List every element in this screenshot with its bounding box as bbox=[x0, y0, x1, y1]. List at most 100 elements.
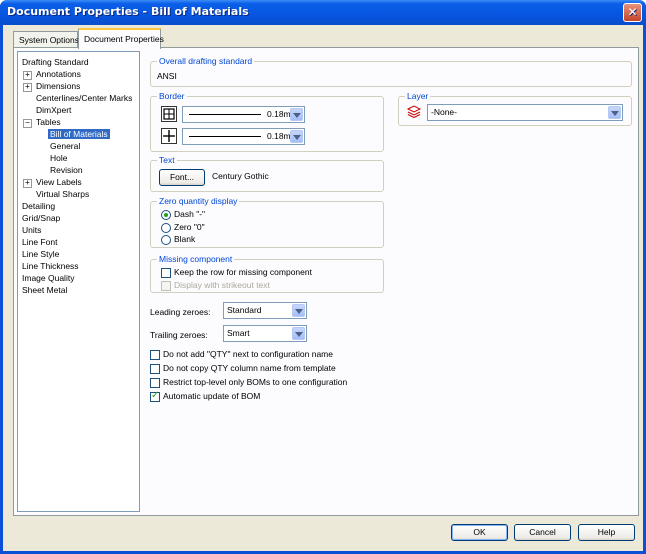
window-title: Document Properties - Bill of Materials bbox=[7, 5, 249, 18]
close-button[interactable]: ✕ bbox=[623, 3, 642, 22]
tree-label: Virtual Sharps bbox=[36, 189, 90, 199]
tree-item-image-quality[interactable]: Image Quality bbox=[22, 272, 74, 284]
zero-qty-blank-label: Blank bbox=[174, 234, 196, 244]
dropdown-arrow-icon[interactable] bbox=[290, 108, 303, 121]
tree-item-tables[interactable]: Tables bbox=[36, 116, 61, 128]
group-title: Overall drafting standard bbox=[157, 56, 255, 67]
expand-icon[interactable]: + bbox=[23, 83, 32, 92]
tree-label: View Labels bbox=[36, 177, 82, 187]
restrict-top-level-label: Restrict top-level only BOMs to one conf… bbox=[163, 377, 348, 387]
line-sample bbox=[189, 114, 261, 115]
zero-qty-dash-radio[interactable] bbox=[161, 210, 171, 220]
outer-border-icon bbox=[161, 106, 177, 122]
text-group: Text Font... Century Gothic bbox=[150, 155, 384, 192]
tree-label: Tables bbox=[36, 117, 61, 127]
tree-label: Detailing bbox=[22, 201, 56, 211]
tab-label: System Options bbox=[19, 35, 79, 45]
expand-icon[interactable]: + bbox=[23, 179, 32, 188]
tree-label: Image Quality bbox=[22, 273, 75, 283]
tree-item-annotations[interactable]: Annotations bbox=[36, 68, 81, 80]
property-tree[interactable]: Drafting Standard + Annotations + Dimens… bbox=[17, 51, 140, 512]
font-name: Century Gothic bbox=[212, 171, 269, 181]
tree-label: Annotations bbox=[36, 69, 81, 79]
outer-border-thickness-select[interactable]: 0.18mm bbox=[182, 106, 305, 123]
tree-label: Grid/Snap bbox=[22, 213, 61, 223]
strikeout-label: Display with strikeout text bbox=[174, 280, 270, 290]
zero-qty-dash-label: Dash "-" bbox=[174, 209, 206, 219]
settings-area: Overall drafting standard ANSI Border 0.… bbox=[142, 48, 638, 515]
trailing-zeroes-value: Smart bbox=[227, 328, 250, 338]
group-title: Text bbox=[157, 155, 177, 166]
trailing-zeroes-select[interactable]: Smart bbox=[223, 325, 307, 342]
font-button[interactable]: Font... bbox=[159, 169, 205, 186]
tree-item-hole[interactable]: Hole bbox=[50, 152, 67, 164]
inner-border-icon bbox=[161, 128, 177, 144]
ok-button[interactable]: OK bbox=[451, 524, 508, 541]
cancel-button[interactable]: Cancel bbox=[514, 524, 571, 541]
layer-value: -None- bbox=[431, 107, 457, 117]
tree-label: Line Thickness bbox=[22, 261, 79, 271]
title-bar[interactable]: Document Properties - Bill of Materials … bbox=[0, 0, 646, 25]
tree-label: Line Style bbox=[22, 249, 60, 259]
tab-document-properties[interactable]: Document Properties bbox=[78, 28, 164, 49]
tree-label: Drafting Standard bbox=[22, 57, 89, 67]
tree-label: General bbox=[50, 141, 81, 151]
group-title: Missing component bbox=[157, 254, 235, 265]
tree-item-bill-of-materials[interactable]: Bill of Materials bbox=[48, 128, 110, 140]
zero-qty-blank-radio[interactable] bbox=[161, 235, 171, 245]
keep-row-checkbox[interactable] bbox=[161, 268, 171, 278]
tree-label: Bill of Materials bbox=[48, 129, 110, 139]
group-title: Border bbox=[157, 91, 187, 102]
tab-content-panel: Drafting Standard + Annotations + Dimens… bbox=[13, 47, 639, 516]
tree-item-centerlines[interactable]: Centerlines/Center Marks bbox=[36, 92, 132, 104]
tree-label: Hole bbox=[50, 153, 68, 163]
border-group: Border 0.18mm 0.18mm bbox=[150, 91, 384, 152]
tab-label: Document Properties bbox=[84, 34, 164, 44]
tree-item-view-labels[interactable]: View Labels bbox=[36, 176, 82, 188]
group-title: Zero quantity display bbox=[157, 196, 240, 207]
dropdown-arrow-icon[interactable] bbox=[608, 106, 621, 119]
zero-qty-zero-radio[interactable] bbox=[161, 223, 171, 233]
tree-label: Units bbox=[22, 225, 42, 235]
tree-item-revision[interactable]: Revision bbox=[50, 164, 83, 176]
tree-item-dimxpert[interactable]: DimXpert bbox=[36, 104, 71, 116]
collapse-icon[interactable]: − bbox=[23, 119, 32, 128]
missing-component-group: Missing component Keep the row for missi… bbox=[150, 254, 384, 293]
tree-item-virtual-sharps[interactable]: Virtual Sharps bbox=[36, 188, 89, 200]
restrict-top-level-checkbox[interactable] bbox=[150, 378, 160, 388]
layer-icon bbox=[406, 104, 422, 120]
tree-item-line-style[interactable]: Line Style bbox=[22, 248, 59, 260]
drafting-standard-value: ANSI bbox=[157, 71, 177, 81]
dropdown-arrow-icon[interactable] bbox=[292, 304, 305, 317]
auto-update-bom-checkbox[interactable] bbox=[150, 390, 160, 402]
strikeout-checkbox[interactable] bbox=[161, 281, 171, 291]
tree-label: DimXpert bbox=[36, 105, 72, 115]
tab-system-options[interactable]: System Options bbox=[13, 31, 79, 48]
tree-item-dimensions[interactable]: Dimensions bbox=[36, 80, 80, 92]
tree-item-line-font[interactable]: Line Font bbox=[22, 236, 57, 248]
auto-update-bom-label: Automatic update of BOM bbox=[163, 391, 261, 401]
no-copy-qty-label: Do not copy QTY column name from templat… bbox=[163, 363, 336, 373]
inner-border-thickness-select[interactable]: 0.18mm bbox=[182, 128, 305, 145]
tree-item-sheet-metal[interactable]: Sheet Metal bbox=[22, 284, 67, 296]
leading-zeroes-select[interactable]: Standard bbox=[223, 302, 307, 319]
expand-icon[interactable]: + bbox=[23, 71, 32, 80]
leading-zeroes-label: Leading zeroes: bbox=[150, 307, 211, 317]
layer-select[interactable]: -None- bbox=[427, 104, 623, 121]
group-title: Layer bbox=[405, 91, 431, 102]
tree-item-detailing[interactable]: Detailing bbox=[22, 200, 55, 212]
tree-item-grid-snap[interactable]: Grid/Snap bbox=[22, 212, 60, 224]
tree-item-units[interactable]: Units bbox=[22, 224, 41, 236]
dropdown-arrow-icon[interactable] bbox=[290, 130, 303, 143]
tree-item-line-thickness[interactable]: Line Thickness bbox=[22, 260, 79, 272]
tree-label: Revision bbox=[50, 165, 83, 175]
dropdown-arrow-icon[interactable] bbox=[292, 327, 305, 340]
tree-label: Sheet Metal bbox=[22, 285, 68, 295]
no-qty-config-label: Do not add "QTY" next to configuration n… bbox=[163, 349, 333, 359]
no-qty-config-checkbox[interactable] bbox=[150, 350, 160, 360]
tree-label: Centerlines/Center Marks bbox=[36, 93, 133, 103]
tree-item-drafting-standard[interactable]: Drafting Standard bbox=[22, 56, 89, 68]
no-copy-qty-checkbox[interactable] bbox=[150, 364, 160, 374]
tree-item-general[interactable]: General bbox=[50, 140, 80, 152]
help-button[interactable]: Help bbox=[578, 524, 635, 541]
